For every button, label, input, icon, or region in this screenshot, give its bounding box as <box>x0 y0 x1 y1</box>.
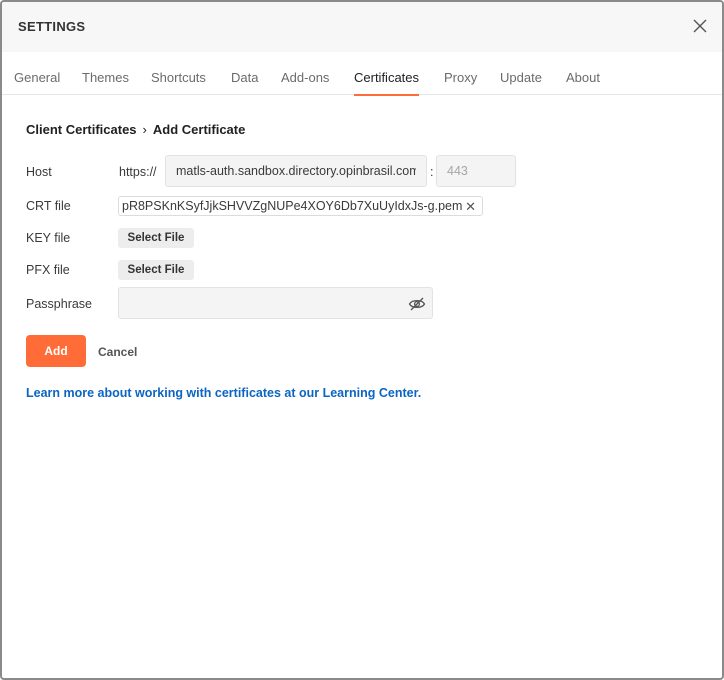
modal-title: SETTINGS <box>18 19 86 34</box>
tab-update[interactable]: Update <box>500 70 542 85</box>
tab-general[interactable]: General <box>14 70 60 85</box>
breadcrumb-parent[interactable]: Client Certificates <box>26 122 137 137</box>
host-prefix: https:// <box>119 165 157 179</box>
add-button[interactable]: Add <box>26 335 86 367</box>
passphrase-label: Passphrase <box>26 297 93 311</box>
host-port-colon: : <box>430 165 434 179</box>
breadcrumb-separator: › <box>142 122 147 137</box>
host-label: Host <box>26 165 52 179</box>
crt-file-label: CRT file <box>26 199 71 213</box>
port-input[interactable] <box>436 155 516 187</box>
crt-file-name: pR8PSKnKSyfJjkSHVVZgNUPe4XOY6Db7XuUyIdxJ… <box>122 199 463 213</box>
close-button[interactable] <box>690 16 710 36</box>
settings-tabs: General Themes Shortcuts Data Add-ons Ce… <box>2 52 722 96</box>
modal-header: SETTINGS <box>2 2 722 52</box>
close-icon <box>693 19 707 33</box>
tab-shortcuts[interactable]: Shortcuts <box>151 70 206 85</box>
tab-certificates[interactable]: Certificates <box>354 70 420 96</box>
remove-file-icon[interactable]: ✕ <box>465 199 476 215</box>
host-input[interactable] <box>165 155 427 187</box>
tab-add-ons[interactable]: Add-ons <box>281 70 329 85</box>
breadcrumb-current: Add Certificate <box>152 122 246 137</box>
eye-off-icon[interactable] <box>408 295 426 313</box>
tab-about[interactable]: About <box>566 70 600 85</box>
tab-data[interactable]: Data <box>231 70 258 85</box>
breadcrumb: Client Certificates › Add Certificate <box>26 122 245 137</box>
tab-proxy[interactable]: Proxy <box>444 70 477 85</box>
learning-center-link[interactable]: Learn more about working with certificat… <box>26 386 421 400</box>
settings-modal: SETTINGS General Themes Shortcuts Data A… <box>0 0 724 680</box>
tab-themes[interactable]: Themes <box>82 70 129 85</box>
passphrase-input[interactable] <box>118 287 433 319</box>
cancel-button[interactable]: Cancel <box>98 345 137 359</box>
key-file-label: KEY file <box>26 231 71 245</box>
pfx-select-file-button[interactable]: Select File <box>118 260 194 280</box>
crt-file-chip: pR8PSKnKSyfJjkSHVVZgNUPe4XOY6Db7XuUyIdxJ… <box>118 196 483 216</box>
pfx-file-label: PFX file <box>26 263 70 277</box>
key-select-file-button[interactable]: Select File <box>118 228 194 248</box>
